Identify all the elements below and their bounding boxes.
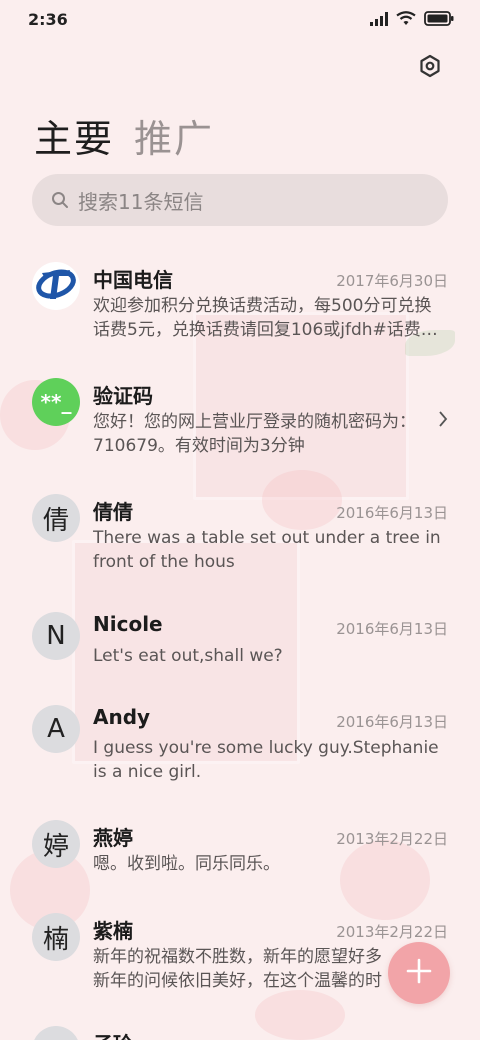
conversation-row[interactable]: A Andy 2016年6月13日 I guess you're some lu… — [0, 703, 480, 793]
message-date: 2016年6月13日 — [336, 504, 448, 522]
plus-icon — [406, 958, 432, 988]
clock: 2:36 — [28, 10, 68, 29]
message-date: 2013年2月22日 — [336, 830, 448, 848]
avatar: N — [32, 612, 80, 660]
tab-main[interactable]: 主要 — [34, 108, 114, 163]
contact-name: Andy — [93, 705, 151, 729]
avatar: A — [32, 705, 80, 753]
message-preview: 您好！您的网上营业厅登录的随机密码为： 710679。有效时间为3分钟 — [93, 412, 416, 456]
message-preview: I guess you're some lucky guy.Stephanie … — [93, 738, 439, 782]
avatar: **_ — [32, 378, 80, 426]
message-date: 2017年6月30日 — [336, 272, 448, 290]
battery-icon — [424, 11, 454, 30]
message-preview: 新年的祝福数不胜数，新年的愿望好多 新年的问候依旧美好，在这个温馨的时 — [93, 947, 382, 991]
settings-button[interactable] — [416, 54, 444, 82]
contact-name: 中国电信 — [93, 268, 173, 292]
conversation-row[interactable]: 婷 燕婷 2013年2月22日 嗯。收到啦。同乐同乐。 — [0, 820, 480, 890]
contact-name: 燕婷 — [93, 826, 133, 850]
message-date: 2013年2月22日 — [336, 923, 448, 941]
conversation-row[interactable]: N Nicole 2016年6月13日 Let's eat out,shall … — [0, 610, 480, 680]
status-bar: 2:36 — [0, 0, 480, 38]
message-preview: Let's eat out,shall we? — [93, 646, 283, 666]
conversation-row[interactable]: 中国电信 2017年6月30日 欢迎参加积分兑换话费活动，每500分可兑换 话费… — [0, 262, 480, 352]
contact-name: Nicole — [93, 612, 163, 636]
avatar: 婷 — [32, 820, 80, 868]
contact-name: 倩倩 — [93, 500, 133, 524]
chevron-right-icon[interactable] — [436, 411, 450, 427]
new-message-button[interactable] — [388, 942, 450, 1004]
search-input[interactable]: 搜索11条短信 — [78, 186, 203, 215]
contact-name: 紫楠 — [93, 919, 133, 943]
search-icon — [50, 190, 70, 210]
signal-icon — [370, 11, 388, 30]
message-date: 2016年6月13日 — [336, 620, 448, 638]
contact-name: 验证码 — [93, 384, 153, 408]
tab-promotions[interactable]: 推广 — [134, 108, 214, 163]
message-tabs: 主要 推广 — [34, 108, 214, 163]
message-preview: There was a table set out under a tree i… — [93, 528, 441, 572]
avatar: 楠 — [32, 913, 80, 961]
avatar — [32, 1026, 80, 1040]
contact-name: 子玲 — [93, 1028, 133, 1040]
wifi-icon — [396, 11, 416, 30]
conversation-row[interactable]: **_ 验证码 您好！您的网上营业厅登录的随机密码为： 710679。有效时间为… — [0, 378, 480, 468]
conversation-row[interactable]: 倩 倩倩 2016年6月13日 There was a table set ou… — [0, 494, 480, 584]
message-preview: 嗯。收到啦。同乐同乐。 — [93, 854, 280, 874]
avatar: 倩 — [32, 494, 80, 542]
settings-hexagon-icon — [418, 54, 442, 82]
avatar — [32, 262, 80, 310]
conversation-row[interactable]: 子玲 — [0, 1026, 480, 1040]
message-preview: 欢迎参加积分兑换话费活动，每500分可兑换 话费5元，兑换话费请回复106或jf… — [93, 296, 438, 340]
search-bar[interactable]: 搜索11条短信 — [32, 174, 448, 226]
message-date: 2016年6月13日 — [336, 713, 448, 731]
telecom-logo-icon — [34, 261, 78, 312]
